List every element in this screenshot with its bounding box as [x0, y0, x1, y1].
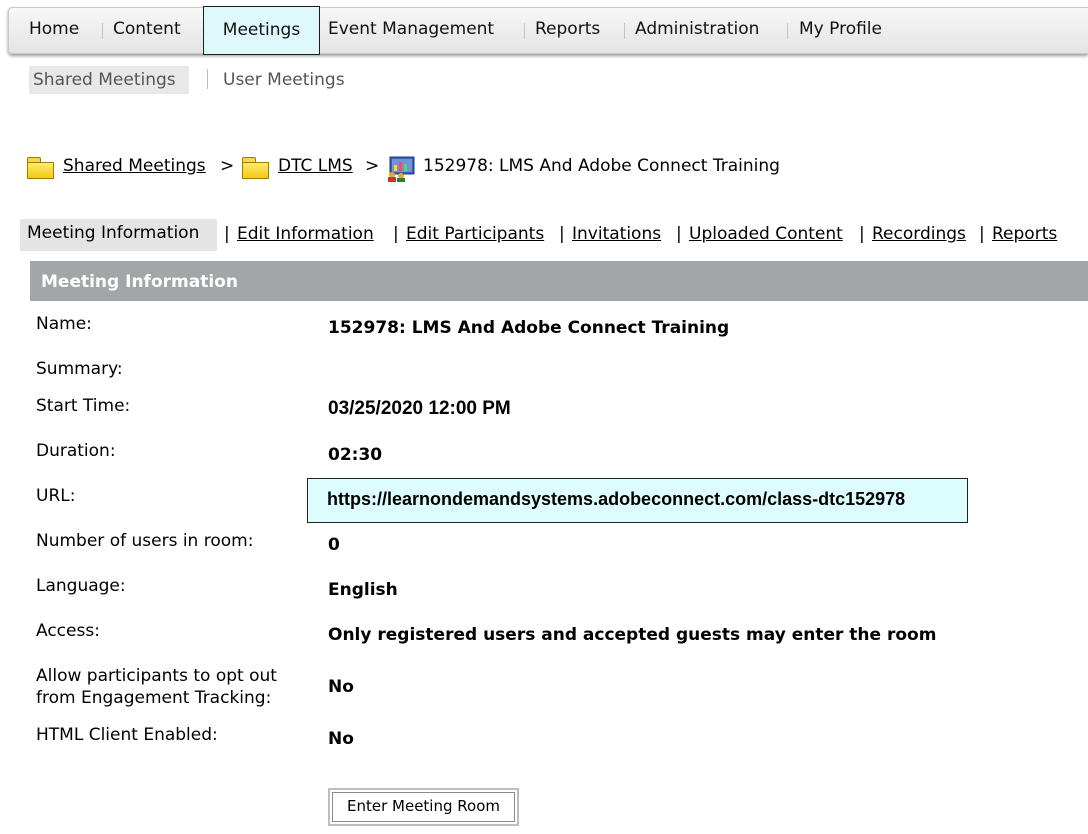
nav-meetings[interactable]: Meetings	[203, 6, 320, 55]
folder-icon	[241, 156, 271, 180]
top-navigation-bar: Home Content Meetings Event Management R…	[8, 6, 1088, 55]
html-client-label: HTML Client Enabled:	[36, 725, 218, 745]
tab-invitations[interactable]: Invitations	[572, 219, 661, 249]
nav-separator	[624, 23, 625, 39]
users-in-room-label: Number of users in room:	[36, 531, 254, 551]
breadcrumb-current-meeting: 152978: LMS And Adobe Connect Training	[423, 156, 780, 176]
url-label: URL:	[36, 486, 76, 506]
subnav-shared-meetings[interactable]: Shared Meetings	[29, 66, 189, 94]
meeting-url[interactable]: https://learnondemandsystems.adobeconnec…	[307, 478, 968, 523]
tab-separator: |	[979, 224, 985, 244]
nav-content[interactable]: Content	[113, 8, 181, 53]
nav-separator	[524, 23, 525, 39]
summary-label: Summary:	[36, 359, 123, 379]
optout-label-line1: Allow participants to opt out	[36, 666, 277, 686]
name-label: Name:	[36, 314, 92, 334]
access-label: Access:	[36, 621, 100, 641]
nav-home[interactable]: Home	[29, 8, 79, 53]
tab-edit-information[interactable]: Edit Information	[237, 219, 374, 249]
breadcrumb-separator: >	[365, 156, 380, 176]
tab-separator: |	[224, 224, 230, 244]
duration-label: Duration:	[36, 441, 116, 461]
duration-value: 02:30	[328, 445, 383, 465]
optout-label-line2: from Engagement Tracking:	[36, 688, 272, 708]
start-time-label: Start Time:	[36, 396, 131, 416]
tab-uploaded-content[interactable]: Uploaded Content	[689, 219, 843, 249]
tab-reports[interactable]: Reports	[992, 219, 1057, 249]
breadcrumb-dtc-lms[interactable]: DTC LMS	[278, 152, 353, 182]
access-value: Only registered users and accepted guest…	[328, 625, 937, 645]
tab-meeting-information[interactable]: Meeting Information	[20, 219, 217, 251]
nav-my-profile[interactable]: My Profile	[799, 8, 882, 53]
tab-separator: |	[676, 224, 682, 244]
users-in-room-value: 0	[328, 535, 340, 555]
optout-value: No	[328, 677, 354, 697]
subnav-user-meetings[interactable]: User Meetings	[223, 66, 345, 94]
breadcrumb-separator: >	[220, 156, 235, 176]
tab-separator: |	[393, 224, 399, 244]
start-time-value: 03/25/2020 12:00 PM	[328, 398, 511, 419]
tab-edit-participants[interactable]: Edit Participants	[406, 219, 544, 249]
meeting-room-icon	[388, 156, 415, 182]
tab-recordings[interactable]: Recordings	[872, 219, 966, 249]
tab-separator: |	[859, 224, 865, 244]
nav-administration[interactable]: Administration	[635, 8, 759, 53]
html-client-value: No	[328, 729, 354, 749]
nav-reports[interactable]: Reports	[535, 8, 600, 53]
tab-separator: |	[559, 224, 565, 244]
subnav-separator	[207, 69, 208, 89]
nav-separator	[787, 23, 788, 39]
section-header-meeting-information: Meeting Information	[30, 261, 1088, 301]
breadcrumb-shared-meetings[interactable]: Shared Meetings	[63, 152, 206, 182]
enter-meeting-room-button[interactable]: Enter Meeting Room	[328, 788, 519, 826]
nav-event-management[interactable]: Event Management	[328, 8, 494, 53]
folder-icon	[26, 156, 56, 180]
language-label: Language:	[36, 576, 126, 596]
name-value: 152978: LMS And Adobe Connect Training	[328, 318, 730, 338]
language-value: English	[328, 580, 398, 600]
nav-separator	[102, 23, 103, 39]
